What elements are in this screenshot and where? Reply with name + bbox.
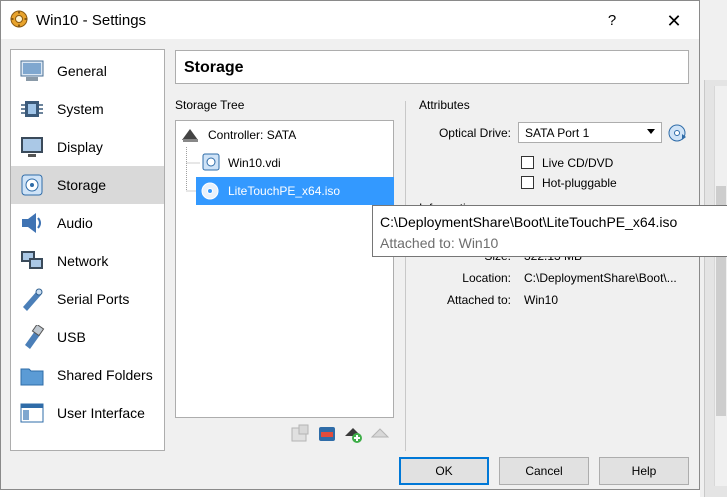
cancel-button[interactable]: Cancel bbox=[499, 457, 589, 485]
usb-icon bbox=[25, 325, 45, 349]
window-title: Win10 - Settings bbox=[36, 12, 147, 29]
title-bar: Win10 - Settings ? ✕ bbox=[1, 1, 699, 39]
storage-icon bbox=[21, 174, 43, 196]
sidebar-item-label: Display bbox=[57, 139, 103, 155]
hard-disk-icon bbox=[202, 153, 220, 171]
tooltip-path: C:\DeploymentShare\Boot\LiteTouchPE_x64.… bbox=[380, 214, 678, 230]
controller-icon bbox=[182, 129, 198, 142]
sidebar-item-label: Serial Ports bbox=[57, 291, 130, 307]
add-controller-icon[interactable] bbox=[290, 424, 310, 444]
help-button[interactable]: Help bbox=[599, 457, 689, 485]
sidebar-item-network[interactable]: Network bbox=[11, 242, 164, 280]
settings-sidebar: General System Display Storage Audio Net… bbox=[10, 49, 165, 451]
background-scrollbar bbox=[714, 86, 727, 486]
sidebar-item-general[interactable]: General bbox=[11, 52, 164, 90]
tree-item-win10-vdi[interactable]: Win10.vdi bbox=[200, 151, 390, 175]
optical-drive-select[interactable]: SATA Port 1 bbox=[518, 122, 662, 143]
location-value: C:\DeploymentShare\Boot\... bbox=[524, 271, 677, 285]
tree-item-label: LiteTouchPE_x64.iso bbox=[228, 184, 341, 198]
tree-controller-sata[interactable]: Controller: SATA bbox=[176, 123, 393, 147]
remove-controller-icon[interactable] bbox=[317, 424, 337, 444]
system-icon bbox=[21, 101, 43, 117]
sidebar-item-shared-folders[interactable]: Shared Folders bbox=[11, 356, 164, 394]
sidebar-item-label: System bbox=[57, 101, 104, 117]
attached-to-value: Win10 bbox=[524, 293, 559, 307]
sidebar-item-system[interactable]: System bbox=[11, 90, 164, 128]
page-title: Storage bbox=[184, 59, 244, 76]
shared-folders-icon bbox=[20, 368, 44, 386]
sidebar-item-display[interactable]: Display bbox=[11, 128, 164, 166]
sidebar-item-label: Shared Folders bbox=[57, 367, 153, 383]
sidebar-item-user-interface[interactable]: User Interface bbox=[11, 394, 164, 432]
tree-controller-label: Controller: SATA bbox=[208, 128, 297, 142]
tree-item-label: Win10.vdi bbox=[228, 156, 281, 170]
audio-icon bbox=[22, 213, 41, 233]
page-header: Storage bbox=[175, 50, 689, 84]
attributes-title: Attributes bbox=[419, 98, 470, 112]
virtualbox-app-icon bbox=[10, 10, 28, 28]
live-cd-checkbox[interactable] bbox=[521, 156, 534, 169]
add-attachment-icon[interactable] bbox=[343, 424, 363, 444]
sidebar-item-storage[interactable]: Storage bbox=[11, 166, 164, 204]
choose-disc-icon[interactable] bbox=[667, 122, 689, 144]
storage-tree: Controller: SATA Win10.vdi LiteTouchPE_x… bbox=[175, 120, 394, 418]
sidebar-item-label: Storage bbox=[57, 177, 107, 193]
sidebar-item-label: General bbox=[57, 63, 107, 79]
optical-drive-value: SATA Port 1 bbox=[525, 126, 590, 140]
location-label: Location: bbox=[462, 271, 511, 285]
sidebar-item-label: Audio bbox=[57, 215, 93, 231]
tooltip: C:\DeploymentShare\Boot\LiteTouchPE_x64.… bbox=[372, 205, 727, 257]
sidebar-item-label: USB bbox=[57, 329, 86, 345]
panel-divider bbox=[405, 101, 406, 451]
storage-tree-title: Storage Tree bbox=[175, 98, 245, 112]
serial-ports-icon bbox=[23, 288, 43, 311]
optical-disc-icon bbox=[201, 182, 219, 200]
network-icon bbox=[21, 251, 43, 269]
optical-drive-label: Optical Drive: bbox=[438, 126, 511, 140]
close-button[interactable]: ✕ bbox=[654, 9, 694, 33]
hot-pluggable-checkbox[interactable] bbox=[521, 176, 534, 189]
sidebar-item-audio[interactable]: Audio bbox=[11, 204, 164, 242]
user-interface-icon bbox=[20, 403, 44, 423]
sidebar-item-usb[interactable]: USB bbox=[11, 318, 164, 356]
tree-item-litetouchpe-iso[interactable]: LiteTouchPE_x64.iso bbox=[196, 177, 394, 205]
sidebar-item-serial-ports[interactable]: Serial Ports bbox=[11, 280, 164, 318]
display-icon bbox=[21, 137, 43, 157]
ok-button[interactable]: OK bbox=[399, 457, 489, 485]
help-title-button[interactable]: ? bbox=[597, 9, 627, 33]
chevron-down-icon bbox=[647, 129, 655, 134]
attached-to-label: Attached to: bbox=[446, 293, 511, 307]
general-icon bbox=[20, 60, 44, 81]
remove-attachment-icon[interactable] bbox=[370, 424, 390, 444]
sidebar-item-label: Network bbox=[57, 253, 109, 269]
tooltip-attached: Attached to: Win10 bbox=[380, 235, 499, 251]
hot-pluggable-label: Hot-pluggable bbox=[542, 176, 617, 190]
sidebar-item-label: User Interface bbox=[57, 405, 145, 421]
live-cd-label: Live CD/DVD bbox=[542, 156, 614, 170]
